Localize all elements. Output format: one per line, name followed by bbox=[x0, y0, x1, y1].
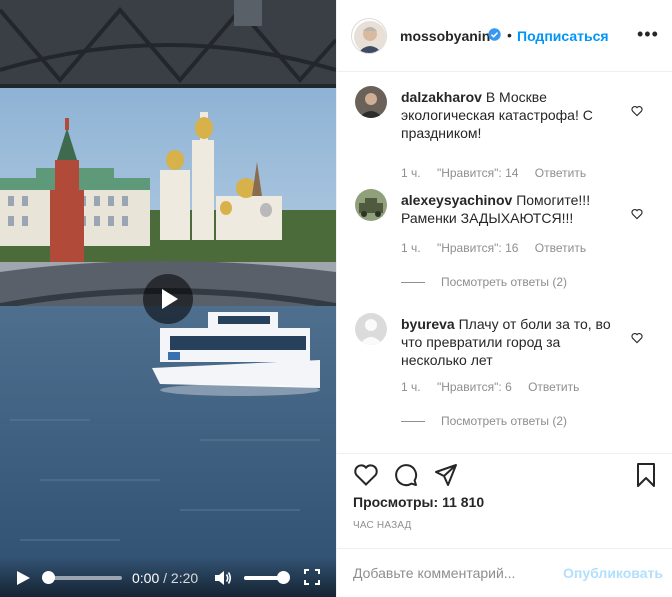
comment-time: 1 ч. bbox=[401, 241, 421, 255]
video-controls: 0:00 / 2:20 bbox=[0, 557, 336, 597]
comment-meta: 1 ч. "Нравится": 14 Ответить bbox=[401, 166, 599, 180]
video-player[interactable]: 0:00 / 2:20 bbox=[0, 0, 336, 597]
comment-likes[interactable]: "Нравится": 16 bbox=[437, 241, 519, 255]
avatar[interactable] bbox=[355, 86, 387, 118]
view-replies-label: Посмотреть ответы (2) bbox=[441, 275, 568, 289]
post-comment-button[interactable]: Опубликовать bbox=[563, 565, 663, 581]
replies-divider-line bbox=[401, 282, 425, 284]
time-display: 0:00 / 2:20 bbox=[132, 570, 198, 586]
comments-list: dalzakharov В Москве экологическая катас… bbox=[337, 73, 672, 453]
post-header: mossobyanin • Подписаться ••• bbox=[337, 0, 672, 72]
reply-button[interactable]: Ответить bbox=[535, 166, 586, 180]
duration: 2:20 bbox=[170, 570, 199, 586]
comment-meta: 1 ч. "Нравится": 16 Ответить bbox=[401, 241, 599, 255]
volume-handle[interactable] bbox=[277, 571, 291, 584]
post-timestamp: ЧАС НАЗАД bbox=[353, 520, 412, 531]
comment-time: 1 ч. bbox=[401, 380, 421, 394]
avatar[interactable] bbox=[355, 313, 387, 345]
header-dot-separator: • bbox=[507, 27, 512, 43]
view-replies-button[interactable]: Посмотреть ответы (2) bbox=[401, 275, 567, 289]
time-separator: / bbox=[163, 570, 168, 586]
reply-button[interactable]: Ответить bbox=[535, 241, 586, 255]
comment-body: byureva Плачу от боли за то, во что прев… bbox=[401, 315, 623, 369]
comment-username[interactable]: alexeysyachinov bbox=[401, 192, 512, 208]
share-icon[interactable] bbox=[433, 462, 459, 488]
post-panel: mossobyanin • Подписаться ••• dalzakharo… bbox=[336, 0, 672, 597]
views-label: Просмотры: bbox=[353, 494, 439, 510]
play-overlay-button[interactable] bbox=[143, 274, 193, 324]
heart-icon[interactable] bbox=[631, 208, 643, 220]
volume-icon[interactable] bbox=[214, 570, 232, 586]
comment-likes[interactable]: "Нравится": 14 bbox=[437, 166, 519, 180]
play-icon[interactable] bbox=[16, 571, 30, 585]
post-actions: Просмотры: 11 810 ЧАС НАЗАД bbox=[337, 453, 672, 563]
comment-time: 1 ч. bbox=[401, 166, 421, 180]
comment-body: dalzakharov В Москве экологическая катас… bbox=[401, 88, 623, 142]
comment-icon[interactable] bbox=[393, 462, 419, 488]
progress-handle[interactable] bbox=[41, 571, 55, 584]
comment-username[interactable]: dalzakharov bbox=[401, 89, 482, 105]
current-time: 0:00 bbox=[132, 570, 160, 586]
heart-icon[interactable] bbox=[353, 462, 379, 488]
view-replies-button[interactable]: Посмотреть ответы (2) bbox=[401, 414, 567, 428]
views-number: 11 810 bbox=[442, 494, 485, 510]
comment-meta: 1 ч. "Нравится": 6 Ответить bbox=[401, 380, 592, 394]
heart-icon[interactable] bbox=[631, 105, 643, 117]
verified-badge-icon bbox=[488, 28, 501, 41]
comment-input[interactable] bbox=[353, 561, 553, 585]
fullscreen-icon[interactable] bbox=[304, 569, 320, 585]
author-username[interactable]: mossobyanin bbox=[400, 28, 490, 44]
heart-icon[interactable] bbox=[631, 332, 643, 344]
add-comment-bar: Опубликовать bbox=[337, 548, 672, 597]
comment-username[interactable]: byureva bbox=[401, 316, 455, 332]
reply-button[interactable]: Ответить bbox=[528, 380, 579, 394]
view-replies-label: Посмотреть ответы (2) bbox=[441, 414, 568, 428]
bookmark-icon[interactable] bbox=[633, 462, 659, 488]
views-count: Просмотры: 11 810 bbox=[353, 494, 484, 510]
comment-likes[interactable]: "Нравится": 6 bbox=[437, 380, 512, 394]
more-options-icon[interactable]: ••• bbox=[637, 25, 659, 43]
replies-divider-line bbox=[401, 421, 425, 423]
avatar[interactable] bbox=[351, 18, 387, 54]
comment-body: alexeysyachinov Помогите!!! Раменки ЗАДЫ… bbox=[401, 191, 623, 227]
follow-button[interactable]: Подписаться bbox=[517, 28, 609, 44]
progress-bar[interactable] bbox=[41, 571, 122, 584]
volume-slider[interactable] bbox=[244, 571, 291, 584]
avatar[interactable] bbox=[355, 189, 387, 221]
